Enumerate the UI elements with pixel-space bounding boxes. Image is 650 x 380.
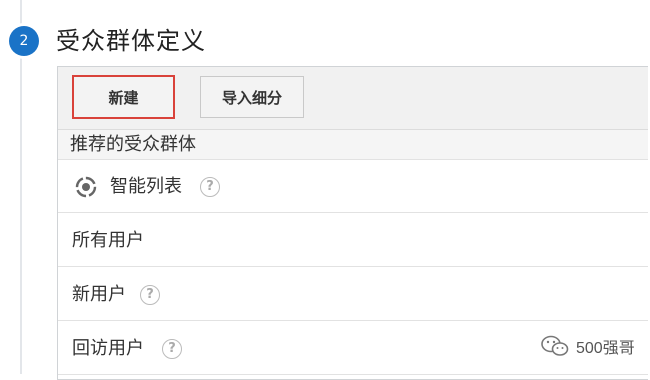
section-title: 受众群体定义 (56, 27, 206, 55)
list-item-label: 回访用户 (72, 338, 144, 359)
help-icon[interactable]: ? (200, 177, 220, 197)
watermark: 500强哥 (540, 333, 635, 359)
list-item-smart-list[interactable]: 智能列表 ? (58, 161, 648, 213)
toolbar: 新建 导入细分 (58, 67, 648, 130)
import-segment-button[interactable]: 导入细分 (200, 76, 304, 118)
list-item-new-users[interactable]: 新用户 ? (58, 269, 648, 321)
list-item-label: 智能列表 (110, 176, 182, 197)
timeline-line (20, 0, 22, 374)
help-icon[interactable]: ? (140, 285, 160, 305)
smart-list-icon (74, 175, 98, 199)
list-item-all-users[interactable]: 所有用户 (58, 215, 648, 267)
new-button[interactable]: 新建 (72, 75, 175, 119)
list-item-label: 新用户 (72, 284, 126, 305)
help-icon[interactable]: ? (162, 339, 182, 359)
list-item-label: 所有用户 (72, 230, 144, 251)
watermark-text: 500强哥 (576, 340, 635, 357)
step-number-badge: 2 (9, 26, 39, 56)
recommended-audiences-header: 推荐的受众群体 (58, 130, 648, 160)
wechat-icon (541, 335, 569, 356)
